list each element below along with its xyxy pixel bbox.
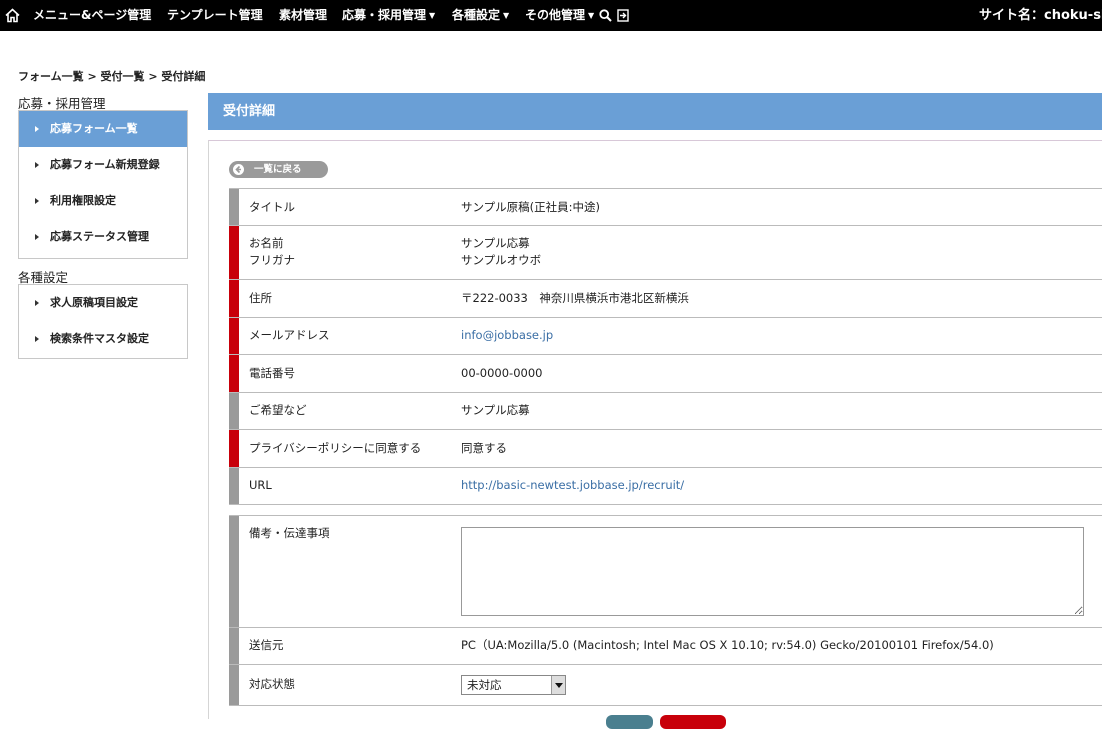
row-label: プライバシーポリシーに同意する <box>249 441 422 455</box>
sidebar-item-label: 利用権限設定 <box>50 194 116 207</box>
sidebar-item-label: 検索条件マスタ設定 <box>50 332 149 345</box>
breadcrumb: フォーム一覧 > 受付一覧 > 受付詳細 <box>18 70 206 83</box>
optional-marker <box>229 189 239 225</box>
submit-button[interactable] <box>606 715 653 729</box>
detail-table: タイトル サンプル原稿(正社員:中途) お名前 フリガナ サンプル応募 サンプル… <box>229 188 1102 505</box>
nav-item-material[interactable]: 素材管理 <box>279 8 327 23</box>
row-label: 対応状態 <box>249 677 295 691</box>
page-title: 受付詳細 <box>208 93 1102 130</box>
optional-marker <box>229 468 239 504</box>
table-row: プライバシーポリシーに同意する 同意する <box>229 430 1102 468</box>
memo-table: 備考・伝達事項 送信元 PC（UA:Mozilla/5.0 (Macintosh… <box>229 515 1102 706</box>
caret-down-icon: ▼ <box>429 11 436 20</box>
delete-button[interactable] <box>660 715 726 729</box>
triangle-right-icon <box>35 300 39 306</box>
triangle-right-icon <box>35 126 39 132</box>
back-button-label: 一覧に戻る <box>254 164 302 175</box>
triangle-right-icon <box>35 198 39 204</box>
sidebar-item-label: 求人原稿項目設定 <box>50 296 138 309</box>
sidebar-item-permissions[interactable]: 利用権限設定 <box>19 183 187 219</box>
triangle-right-icon <box>35 336 39 342</box>
row-value: サンプル応募 <box>461 236 530 250</box>
sidebar-group-recruit: 応募フォーム一覧 応募フォーム新規登録 利用権限設定 応募ステータス管理 <box>18 110 188 259</box>
nav-item-settings[interactable]: 各種設定 ▼ <box>452 8 509 23</box>
row-label: URL <box>249 478 272 492</box>
arrow-left-icon <box>233 164 244 175</box>
nav-label: テンプレート管理 <box>167 8 263 22</box>
triangle-right-icon <box>35 162 39 168</box>
back-to-list-button[interactable]: 一覧に戻る <box>229 161 328 178</box>
row-value: 00-0000-0000 <box>461 366 543 380</box>
table-row: 電話番号 00-0000-0000 <box>229 355 1102 393</box>
required-marker <box>229 430 239 467</box>
status-select-value: 未対応 <box>467 678 502 692</box>
sidebar-item-label: 応募フォーム新規登録 <box>50 158 160 171</box>
row-value: 同意する <box>461 441 507 455</box>
optional-marker <box>229 628 239 664</box>
required-marker <box>229 226 239 279</box>
sidebar-item-job-fields[interactable]: 求人原稿項目設定 <box>19 285 187 321</box>
table-row: URL http://basic-newtest.jobbase.jp/recr… <box>229 468 1102 505</box>
row-label: 住所 <box>249 291 272 305</box>
sidebar-item-form-new[interactable]: 応募フォーム新規登録 <box>19 147 187 183</box>
optional-marker <box>229 393 239 429</box>
row-label: 電話番号 <box>249 366 295 380</box>
site-name: サイト名：choku-shi <box>979 8 1102 23</box>
status-select[interactable]: 未対応 <box>461 675 566 695</box>
triangle-right-icon <box>35 234 39 240</box>
sidebar-item-label: 応募フォーム一覧 <box>50 122 138 135</box>
required-marker <box>229 355 239 392</box>
chevron-down-icon <box>551 676 565 694</box>
table-row: お名前 フリガナ サンプル応募 サンプルオウボ <box>229 226 1102 280</box>
url-link[interactable]: http://basic-newtest.jobbase.jp/recruit/ <box>461 477 684 494</box>
required-marker <box>229 280 239 317</box>
nav-item-menu-page[interactable]: メニュー&ページ管理 <box>33 8 151 23</box>
nav-item-other[interactable]: その他管理 ▼ <box>525 8 594 23</box>
nav-item-template[interactable]: テンプレート管理 <box>167 8 263 23</box>
top-nav: メニュー&ページ管理 テンプレート管理 素材管理 応募・採用管理 ▼ 各種設定 ▼ … <box>0 0 1102 31</box>
row-label: メールアドレス <box>249 328 330 342</box>
nav-label: 応募・採用管理 <box>342 8 427 22</box>
row-value: サンプルオウボ <box>461 253 542 267</box>
memo-textarea[interactable] <box>461 527 1084 616</box>
required-marker <box>229 318 239 354</box>
optional-marker <box>229 665 239 705</box>
table-row: 住所 〒222-0033 神奈川県横浜市港北区新横浜 <box>229 280 1102 318</box>
table-row: タイトル サンプル原稿(正社員:中途) <box>229 189 1102 226</box>
row-label: お名前 <box>249 236 284 250</box>
sidebar-group-settings: 求人原稿項目設定 検索条件マスタ設定 <box>18 284 188 359</box>
row-value: サンプル原稿(正社員:中途) <box>461 200 601 214</box>
table-row: 送信元 PC（UA:Mozilla/5.0 (Macintosh; Intel … <box>229 628 1102 665</box>
logout-icon[interactable] <box>617 9 629 22</box>
row-value: PC（UA:Mozilla/5.0 (Macintosh; Intel Mac … <box>461 638 994 652</box>
sidebar-item-form-list[interactable]: 応募フォーム一覧 <box>19 111 187 147</box>
table-row: メールアドレス info@jobbase.jp <box>229 318 1102 355</box>
row-value: サンプル応募 <box>461 403 530 417</box>
sidebar-item-status[interactable]: 応募ステータス管理 <box>19 219 187 255</box>
nav-label: 各種設定 <box>452 8 501 22</box>
table-row: 備考・伝達事項 <box>229 516 1102 628</box>
row-label: 備考・伝達事項 <box>249 526 330 540</box>
row-label: ご希望など <box>249 403 307 417</box>
row-label: フリガナ <box>249 253 295 267</box>
table-row: 対応状態 未対応 <box>229 665 1102 706</box>
row-label: タイトル <box>249 200 295 214</box>
table-row: ご希望など サンプル応募 <box>229 393 1102 430</box>
row-value: 〒222-0033 神奈川県横浜市港北区新横浜 <box>461 291 689 305</box>
sidebar-item-label: 応募ステータス管理 <box>50 230 149 243</box>
email-link[interactable]: info@jobbase.jp <box>461 327 553 344</box>
sidebar-item-search-master[interactable]: 検索条件マスタ設定 <box>19 321 187 357</box>
nav-label: その他管理 <box>525 8 586 22</box>
optional-marker <box>229 516 239 627</box>
caret-down-icon: ▼ <box>503 11 510 20</box>
home-icon[interactable] <box>5 8 20 23</box>
row-label: 送信元 <box>249 638 284 652</box>
nav-item-recruit[interactable]: 応募・採用管理 ▼ <box>342 8 435 23</box>
nav-label: メニュー&ページ管理 <box>33 8 152 22</box>
caret-down-icon: ▼ <box>588 11 595 20</box>
search-icon[interactable] <box>599 9 612 22</box>
nav-label: 素材管理 <box>279 8 328 22</box>
